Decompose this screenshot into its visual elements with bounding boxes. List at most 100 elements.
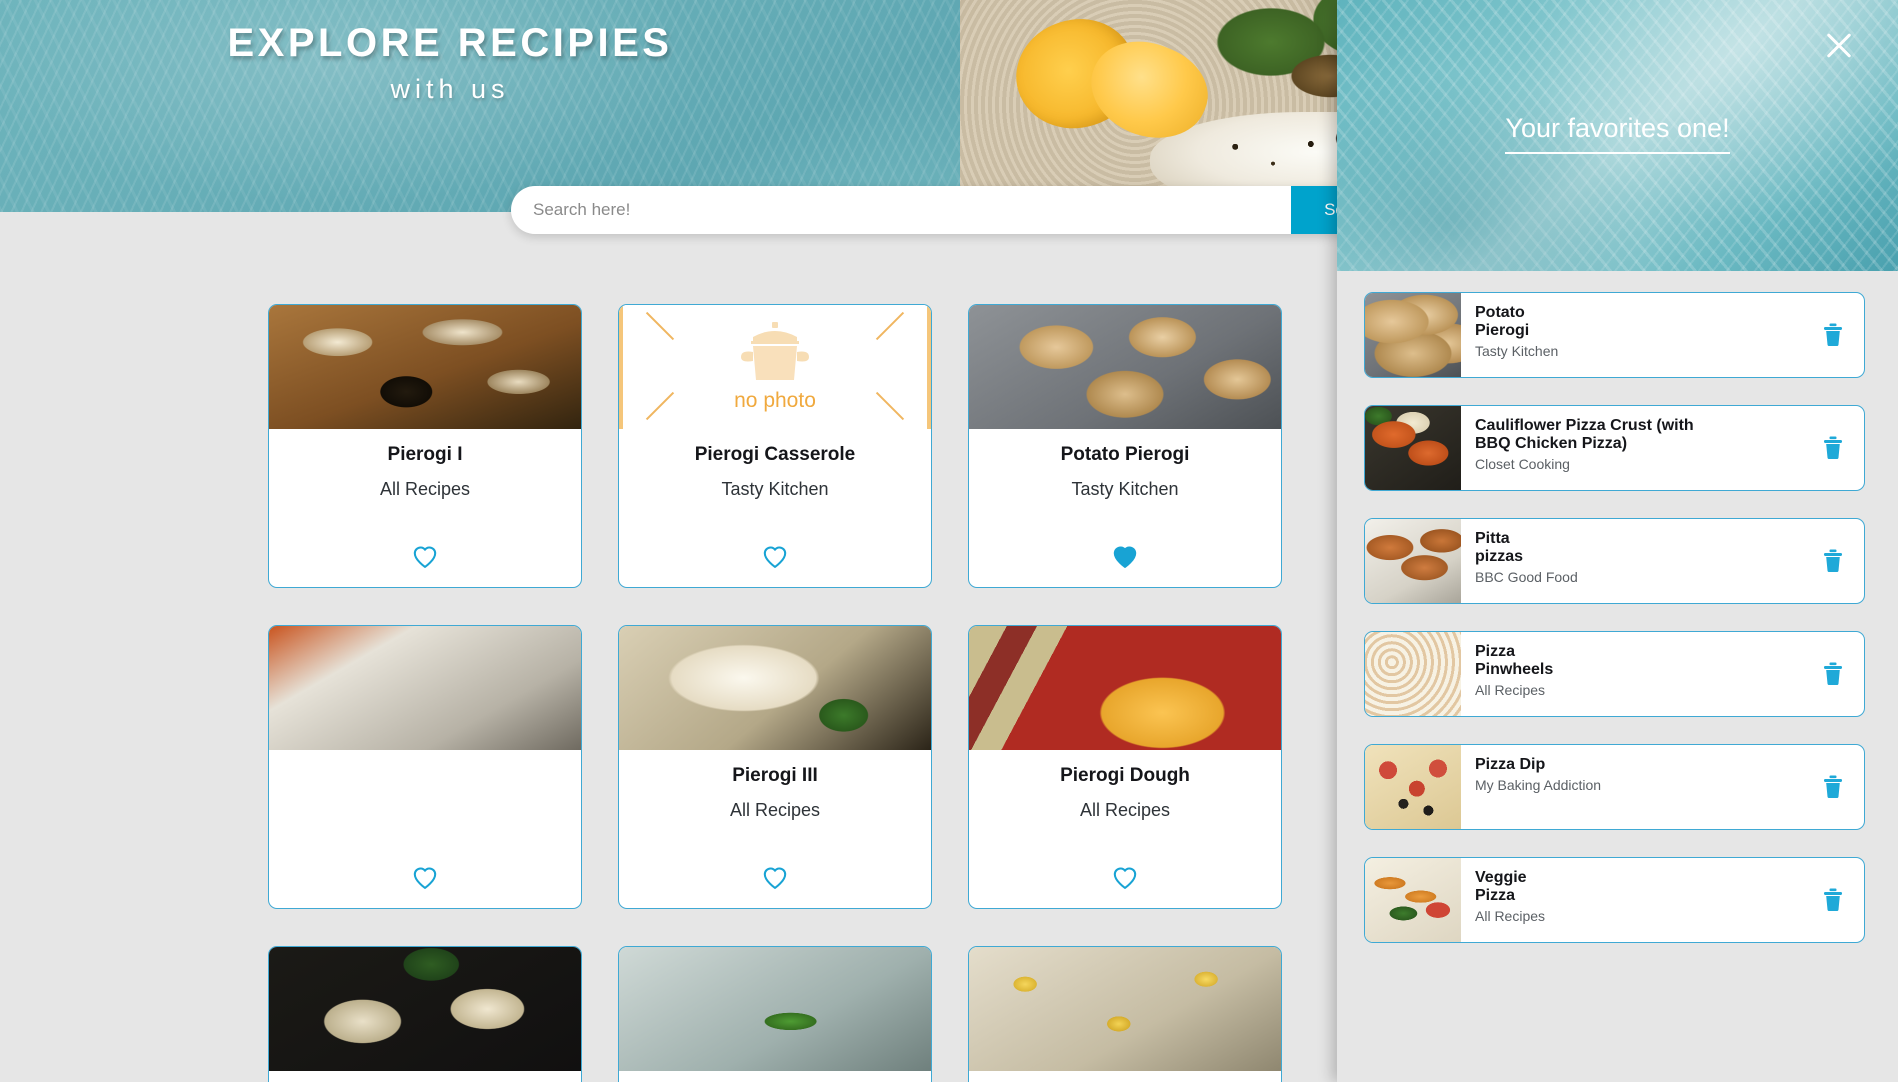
delete-favorite-trash-icon[interactable] <box>1802 519 1864 603</box>
favorites-panel-title: Your favorites one! <box>1337 113 1898 154</box>
recipe-card-image <box>969 626 1281 750</box>
favorite-thumbnail <box>1365 745 1461 829</box>
recipe-card[interactable]: Pierogi III All Recipes <box>618 625 932 909</box>
recipe-card[interactable]: no photo Pierogi Casserole Tasty Kitchen <box>618 304 932 588</box>
favorite-thumbnail <box>1365 632 1461 716</box>
delete-favorite-trash-icon[interactable] <box>1802 406 1864 490</box>
nophoto-corner-line <box>875 391 905 421</box>
recipe-card-image <box>969 947 1281 1071</box>
favorite-source: BBC Good Food <box>1475 568 1578 585</box>
recipe-card[interactable]: Potato Pierogi Tasty Kitchen <box>968 304 1282 588</box>
delete-favorite-trash-icon[interactable] <box>1802 858 1864 942</box>
favorite-list-item[interactable]: Pizza Dip My Baking Addiction <box>1364 744 1865 830</box>
delete-favorite-trash-icon[interactable] <box>1802 293 1864 377</box>
favorite-thumbnail <box>1365 519 1461 603</box>
nophoto-bar-left <box>619 305 623 429</box>
favorite-source: Closet Cooking <box>1475 455 1570 472</box>
recipe-card-title: Pierogi III <box>732 765 818 786</box>
recipe-card-body: Potato Pierogi Tasty Kitchen <box>969 429 1281 587</box>
recipe-card-body <box>269 750 581 908</box>
favorite-list-item[interactable]: Pitta pizzas BBC Good Food <box>1364 518 1865 604</box>
recipe-card-source: All Recipes <box>729 799 821 820</box>
favorite-source: Tasty Kitchen <box>1475 342 1559 359</box>
delete-favorite-trash-icon[interactable] <box>1802 632 1864 716</box>
recipe-card[interactable] <box>618 946 932 1082</box>
search-bar[interactable]: Search <box>511 186 1411 234</box>
favorite-list-item[interactable]: Pizza Pinwheels All Recipes <box>1364 631 1865 717</box>
cooking-pot-icon <box>736 321 814 393</box>
favorites-panel-title-text: Your favorites one! <box>1505 113 1730 154</box>
recipe-card-title: Pierogi I <box>387 444 463 465</box>
recipe-card-title: Pierogi Casserole <box>694 444 856 465</box>
recipe-card[interactable]: Pierogi IIAll Recipes <box>268 946 582 1082</box>
favorite-thumbnail <box>1365 406 1461 490</box>
recipe-card-source: Tasty Kitchen <box>721 478 829 499</box>
favorite-title: Veggie Pizza <box>1475 869 1527 904</box>
favorite-source: All Recipes <box>1475 681 1546 698</box>
favorite-heart-icon[interactable] <box>412 544 438 570</box>
favorite-list-item[interactable]: Cauliflower Pizza Crust (with BBQ Chicke… <box>1364 405 1865 491</box>
page-subtitle: with us <box>390 74 510 104</box>
favorites-panel-header: Your favorites one! <box>1337 0 1898 271</box>
recipe-grid: Pierogi I All Recipes no photo Pierogi Cass… <box>268 304 1388 1082</box>
nophoto-bar-right <box>927 305 931 429</box>
recipe-card-image <box>269 626 581 750</box>
favorite-heart-icon[interactable] <box>762 544 788 570</box>
recipe-card-body: Pierogi III All Recipes <box>619 750 931 908</box>
favorite-heart-icon[interactable] <box>1112 544 1138 570</box>
recipe-card[interactable]: Pierogi Dough All Recipes <box>968 625 1282 909</box>
favorite-source: All Recipes <box>1475 907 1546 924</box>
favorite-title: Pizza Pinwheels <box>1475 643 1554 678</box>
favorite-text-block: Pizza Pinwheels All Recipes <box>1461 632 1802 716</box>
hero-text-block: EXPLORE RECIPIES with us <box>0 20 900 105</box>
favorite-list-item[interactable]: Veggie Pizza All Recipes <box>1364 857 1865 943</box>
no-photo-placeholder: no photo <box>619 305 931 429</box>
favorite-title: Cauliflower Pizza Crust (with BBQ Chicke… <box>1475 417 1694 452</box>
recipe-card-source: Tasty Kitchen <box>1071 478 1179 499</box>
recipe-card-body <box>619 1071 931 1082</box>
recipe-card-image <box>269 947 581 1071</box>
favorite-list-item[interactable]: Potato Pierogi Tasty Kitchen <box>1364 292 1865 378</box>
recipe-card-image <box>269 305 581 429</box>
favorite-text-block: Potato Pierogi Tasty Kitchen <box>1461 293 1802 377</box>
favorite-heart-icon[interactable] <box>412 865 438 891</box>
favorite-text-block: Pitta pizzas BBC Good Food <box>1461 519 1802 603</box>
recipe-explorer-app: EXPLORE RECIPIES with us Search Pierogi … <box>0 0 1898 1082</box>
page-title: EXPLORE RECIPIES <box>227 21 673 65</box>
favorite-heart-icon[interactable] <box>762 865 788 891</box>
recipe-card[interactable]: Pierogi I All Recipes <box>268 304 582 588</box>
close-icon[interactable] <box>1822 28 1856 62</box>
favorite-source: My Baking Addiction <box>1475 776 1602 793</box>
recipe-card-image <box>969 305 1281 429</box>
recipe-card-body: Pierogi Dough All Recipes <box>969 750 1281 908</box>
favorite-title: Potato Pierogi <box>1475 304 1530 339</box>
recipe-card-image <box>619 947 931 1071</box>
nophoto-corner-line <box>645 311 675 341</box>
favorite-text-block: Pizza Dip My Baking Addiction <box>1461 745 1802 829</box>
recipe-card-title: Pierogi Dough <box>1060 765 1190 786</box>
search-input[interactable] <box>511 186 1291 234</box>
recipe-card-body: Pierogi Casserole Tasty Kitchen <box>619 429 931 587</box>
favorite-text-block: Veggie Pizza All Recipes <box>1461 858 1802 942</box>
recipe-card-body <box>969 1071 1281 1082</box>
recipe-card-image <box>619 626 931 750</box>
recipe-card-body: Pierogi I All Recipes <box>269 429 581 587</box>
nophoto-corner-line <box>875 311 905 341</box>
favorite-text-block: Cauliflower Pizza Crust (with BBQ Chicke… <box>1461 406 1802 490</box>
favorite-thumbnail <box>1365 293 1461 377</box>
no-photo-label: no photo <box>734 388 816 412</box>
favorites-panel: Your favorites one! Potato Pierogi Tasty … <box>1337 0 1898 1082</box>
delete-favorite-trash-icon[interactable] <box>1802 745 1864 829</box>
recipe-card[interactable] <box>968 946 1282 1082</box>
favorite-heart-icon[interactable] <box>1112 865 1138 891</box>
recipe-card[interactable] <box>268 625 582 909</box>
favorite-title: Pizza Dip <box>1475 756 1546 773</box>
favorite-title: Pitta pizzas <box>1475 530 1524 565</box>
favorites-list[interactable]: Potato Pierogi Tasty Kitchen Cauliflower P… <box>1337 271 1898 1082</box>
nophoto-corner-line <box>645 391 675 421</box>
favorite-thumbnail <box>1365 858 1461 942</box>
recipe-card-source: All Recipes <box>1079 799 1171 820</box>
recipe-card-title: Potato Pierogi <box>1060 444 1190 465</box>
recipe-card-body: Pierogi IIAll Recipes <box>269 1071 581 1082</box>
recipe-card-source: All Recipes <box>379 478 471 499</box>
